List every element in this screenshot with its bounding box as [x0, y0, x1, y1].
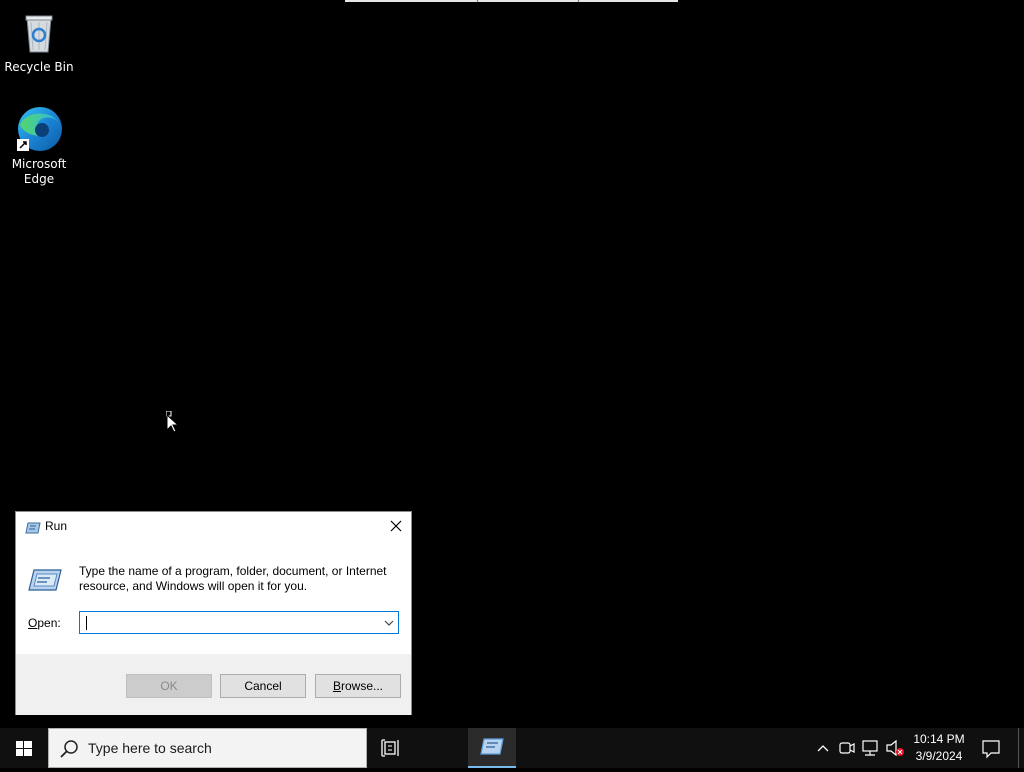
run-program-icon: [28, 568, 62, 596]
text-caret: [86, 616, 87, 630]
task-view-button[interactable]: [368, 728, 416, 768]
meet-now-button[interactable]: [835, 728, 859, 768]
recycle-bin-icon: [15, 8, 63, 56]
top-window-edge: [345, 0, 678, 2]
search-placeholder: Type here to search: [88, 740, 212, 756]
close-button[interactable]: [381, 512, 411, 541]
desktop-icon-microsoft-edge[interactable]: Microsoft Edge: [1, 105, 77, 187]
taskbar-search-box[interactable]: Type here to search: [48, 728, 367, 768]
open-input[interactable]: [82, 613, 378, 632]
run-dialog-titlebar[interactable]: Run: [16, 512, 411, 542]
taskbar-run-app[interactable]: [468, 728, 516, 768]
search-icon: [60, 739, 80, 763]
browse-button[interactable]: Browse...: [315, 674, 401, 698]
open-combobox[interactable]: [79, 611, 399, 634]
desktop-icon-recycle-bin[interactable]: Recycle Bin: [1, 8, 77, 75]
dropdown-button[interactable]: [380, 612, 398, 633]
windows-logo-icon: [16, 741, 32, 756]
close-icon: [390, 520, 402, 532]
network-icon: [862, 740, 878, 756]
desktop-icon-label: Recycle Bin: [4, 60, 74, 74]
task-view-icon: [381, 739, 399, 757]
show-hidden-icons-button[interactable]: [813, 728, 833, 768]
show-desktop-button[interactable]: [1018, 728, 1019, 768]
mouse-cursor-icon: [165, 410, 180, 437]
cancel-button[interactable]: Cancel: [220, 674, 306, 698]
clock-date: 3/9/2024: [915, 749, 963, 763]
chevron-up-icon: [817, 745, 829, 752]
run-dialog-title: Run: [45, 519, 68, 533]
run-dialog: Run Type the name of a program, folder, …: [15, 511, 412, 715]
ok-button[interactable]: OK: [126, 674, 212, 698]
run-app-icon: [480, 738, 504, 755]
taskbar: Type here to search 10:14 PM 3/9/2024: [0, 728, 1024, 768]
run-app-icon: [25, 520, 41, 539]
edge-icon: [15, 105, 63, 153]
taskbar-clock[interactable]: 10:14 PM 3/9/2024: [908, 731, 970, 765]
run-dialog-footer: OK Cancel Browse...: [16, 654, 411, 715]
volume-muted-icon: [886, 739, 904, 757]
open-label: Open:: [28, 616, 61, 630]
start-button[interactable]: [0, 728, 48, 768]
action-center-button[interactable]: [978, 728, 1006, 768]
notification-icon: [982, 740, 1000, 759]
meet-now-icon: [839, 742, 855, 754]
volume-button[interactable]: [883, 728, 907, 768]
desktop-icon-label: Microsoft Edge: [11, 157, 67, 186]
run-description: Type the name of a program, folder, docu…: [79, 564, 387, 593]
clock-time: 10:14 PM: [913, 732, 965, 746]
chevron-down-icon: [384, 620, 394, 626]
network-button[interactable]: [859, 728, 883, 768]
